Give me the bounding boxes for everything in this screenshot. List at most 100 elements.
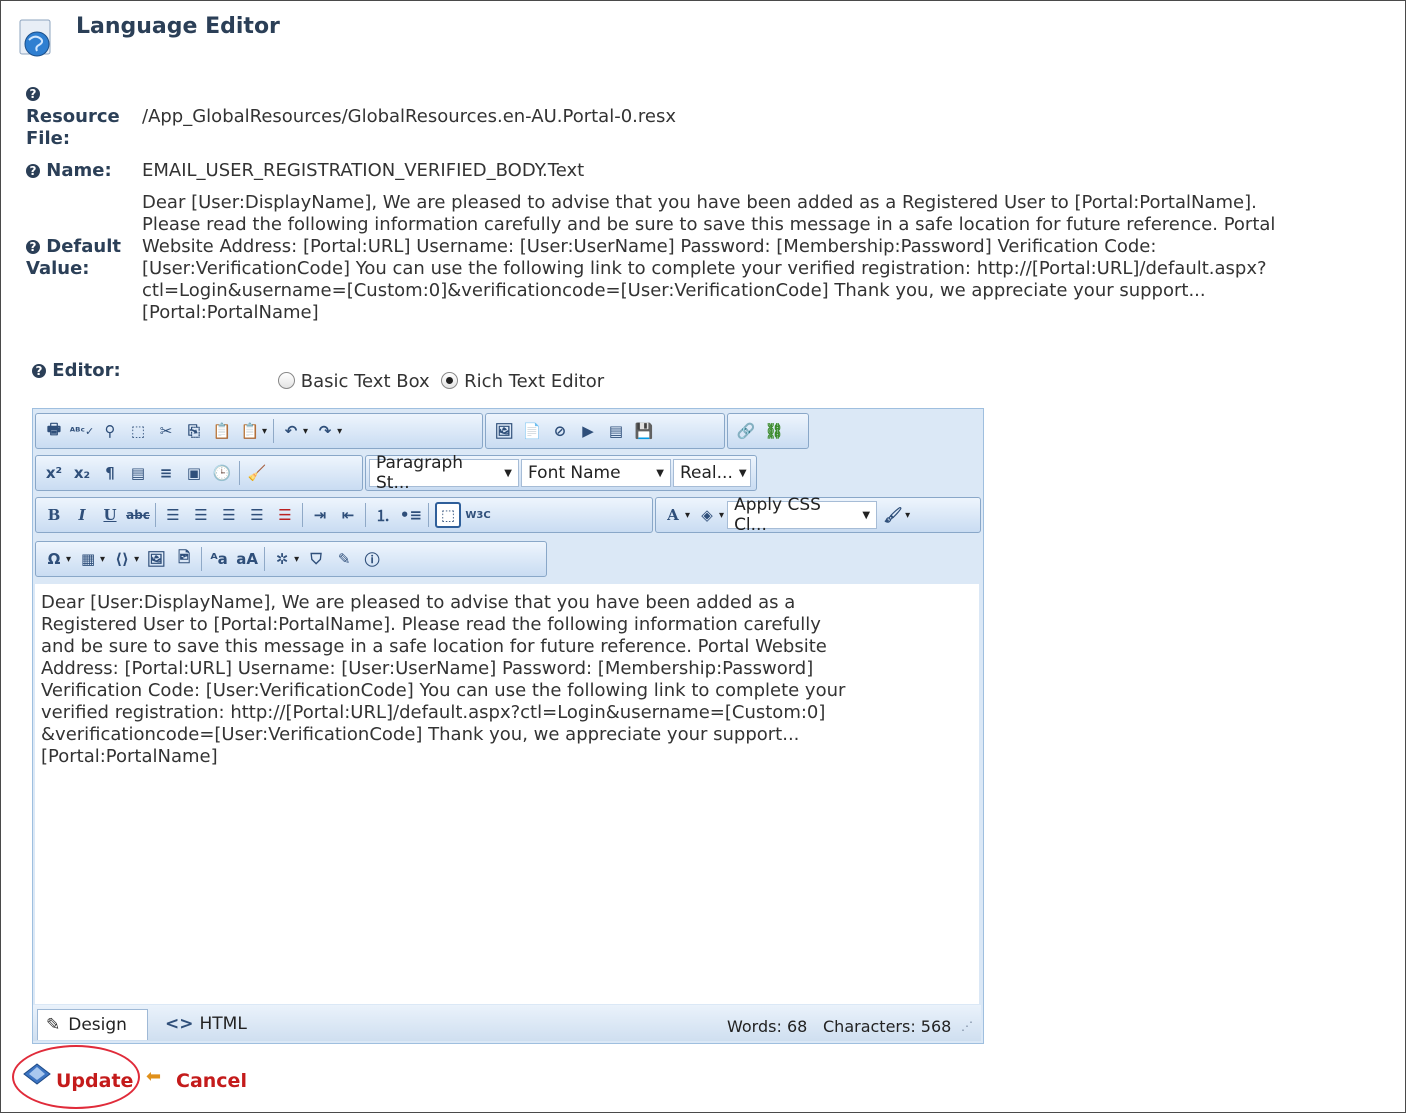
chevron-down-icon[interactable]: ▾ xyxy=(905,510,910,521)
basic-text-box-radio[interactable] xyxy=(278,372,295,389)
insert-date-icon[interactable]: ▣ xyxy=(183,462,205,484)
cut-icon[interactable]: ✂ xyxy=(155,420,177,442)
chevron-down-icon[interactable]: ▾ xyxy=(303,426,308,437)
help-icon[interactable]: ? xyxy=(26,164,40,178)
paragraph-style-dropdown[interactable]: Paragraph St... ▼ xyxy=(369,453,519,493)
paste-options-icon[interactable]: 📋 xyxy=(239,420,261,442)
chevron-down-icon[interactable]: ▾ xyxy=(134,554,139,565)
basic-text-box-label[interactable]: Basic Text Box xyxy=(301,371,430,392)
outdent-icon[interactable]: ⇤ xyxy=(337,504,359,526)
chevron-down-icon: ▼ xyxy=(862,509,871,521)
bold-icon[interactable]: B xyxy=(43,504,65,526)
align-left-icon[interactable]: ☰ xyxy=(162,504,184,526)
convert-uppercase-icon[interactable]: aA xyxy=(236,548,258,570)
chevron-down-icon[interactable]: ▾ xyxy=(294,554,299,565)
justify-icon[interactable]: ☰ xyxy=(246,504,268,526)
format-painter-icon[interactable]: 🖌 xyxy=(882,504,904,526)
save-template-icon[interactable]: 💾 xyxy=(633,420,655,442)
paste-icon[interactable]: 📋 xyxy=(211,420,233,442)
insert-time-icon[interactable]: 🕒 xyxy=(211,462,233,484)
spellcheck-icon[interactable]: ᴬᴮᶜ✓ xyxy=(70,420,94,442)
chevron-down-icon[interactable]: ▾ xyxy=(337,426,342,437)
highlight-circle xyxy=(12,1045,140,1109)
convert-lowercase-icon[interactable]: ᴬa xyxy=(208,548,230,570)
find-replace-icon[interactable]: ⚲ xyxy=(99,420,121,442)
image-map-icon[interactable]: 🖼 xyxy=(145,548,167,570)
separator xyxy=(239,461,240,485)
insert-paragraph-icon[interactable]: ▤ xyxy=(127,462,149,484)
default-value-text: Dear [User:DisplayName], We are pleased … xyxy=(142,192,1276,323)
html-tab[interactable]: <> HTML xyxy=(165,1009,247,1039)
indent-icon[interactable]: ⇥ xyxy=(309,504,331,526)
chevron-down-icon: ▼ xyxy=(656,467,664,479)
toolbar-group-text: B I U abc ☰ ☰ ☰ ☰ ☰ ⇥ ⇤ ⒈ •≡ ⬚ W3C xyxy=(35,497,653,533)
numbered-list-icon[interactable]: ⒈ xyxy=(372,504,394,526)
separator xyxy=(201,547,203,571)
image-properties-icon[interactable]: 🖻 xyxy=(173,548,195,570)
horizontal-rule-icon[interactable]: ≡ xyxy=(155,462,177,484)
toggle-screen-icon[interactable]: ⛉ xyxy=(305,548,327,570)
toggle-table-border-icon[interactable]: ⬚ xyxy=(435,502,461,528)
font-name-dropdown[interactable]: Font Name ▼ xyxy=(521,459,671,487)
font-size-dropdown[interactable]: Real... ▼ xyxy=(673,459,751,487)
resource-file-value: /App_GlobalResources/GlobalResources.en-… xyxy=(142,106,676,127)
help-icon[interactable]: ? xyxy=(26,84,40,103)
format-stripper-icon[interactable]: 🧹 xyxy=(246,462,268,484)
insert-snippet-icon[interactable]: ⟨⟩ xyxy=(111,548,133,570)
help-icon[interactable]: ? xyxy=(32,364,46,378)
rich-text-editor-radio[interactable] xyxy=(441,372,459,389)
chevron-down-icon[interactable]: ▾ xyxy=(100,554,105,565)
separator xyxy=(302,503,303,527)
copy-icon[interactable]: ⎘ xyxy=(183,420,205,442)
toolbar-group-links: 🔗 ⛓ xyxy=(727,413,809,449)
media-manager-icon[interactable]: ▶ xyxy=(577,420,599,442)
redo-icon[interactable]: ↷ xyxy=(314,420,336,442)
underline-icon[interactable]: U xyxy=(99,504,121,526)
remove-alignment-icon[interactable]: ☰ xyxy=(274,504,296,526)
chevron-down-icon: ▼ xyxy=(504,467,512,479)
font-color-icon[interactable]: A xyxy=(662,504,684,526)
about-icon[interactable]: ⓘ xyxy=(361,548,383,570)
chevron-down-icon[interactable]: ▾ xyxy=(685,510,690,521)
xhtml-validator-icon[interactable]: W3C xyxy=(465,504,490,526)
superscript-icon[interactable]: x² xyxy=(43,462,65,484)
rich-text-editor-label[interactable]: Rich Text Editor xyxy=(464,371,604,392)
page-title: Language Editor xyxy=(76,14,280,39)
document-manager-icon[interactable]: 📄 xyxy=(521,420,543,442)
toolbar-group-edit: 🖶 ᴬᴮᶜ✓ ⚲ ⬚ ✂ ⎘ 📋 📋 ▾ ↶ ▾ ↷ ▾ xyxy=(35,413,483,449)
module-manager-icon[interactable]: ✲ xyxy=(271,548,293,570)
css-class-dropdown[interactable]: Apply CSS Cl... ▼ xyxy=(727,495,878,535)
italic-icon[interactable]: I xyxy=(71,504,93,526)
print-icon[interactable]: 🖶 xyxy=(43,420,65,442)
back-arrow-icon[interactable]: ⬅ xyxy=(146,1066,161,1087)
separator xyxy=(264,547,266,571)
help-icon[interactable]: ? xyxy=(26,240,40,254)
paragraph-marks-icon[interactable]: ¶ xyxy=(99,462,121,484)
align-right-icon[interactable]: ☰ xyxy=(218,504,240,526)
chevron-down-icon[interactable]: ▾ xyxy=(262,426,267,437)
image-manager-icon[interactable]: 🖼 xyxy=(493,420,515,442)
special-characters-icon[interactable]: Ω xyxy=(43,548,65,570)
strikethrough-icon[interactable]: abc xyxy=(126,504,150,526)
template-manager-icon[interactable]: ▤ xyxy=(605,420,627,442)
select-all-icon[interactable]: ⬚ xyxy=(127,420,149,442)
editor-content-area[interactable]: Dear [User:DisplayName], We are pleased … xyxy=(35,584,979,1004)
chevron-down-icon[interactable]: ▾ xyxy=(66,554,71,565)
hyperlink-icon[interactable]: 🔗 xyxy=(735,420,757,442)
cancel-button[interactable]: Cancel xyxy=(176,1070,247,1092)
track-changes-icon[interactable]: ✎ xyxy=(333,548,355,570)
bullet-list-icon[interactable]: •≡ xyxy=(400,504,422,526)
insert-table-icon[interactable]: ▦ xyxy=(77,548,99,570)
resize-grip-icon[interactable]: ⋰ xyxy=(961,1019,973,1033)
background-color-icon[interactable]: ◈ xyxy=(696,504,718,526)
separator xyxy=(155,503,156,527)
remove-link-icon[interactable]: ⛓ xyxy=(763,420,785,442)
flash-manager-icon[interactable]: ⊘ xyxy=(549,420,571,442)
chevron-down-icon[interactable]: ▾ xyxy=(719,510,724,521)
subscript-icon[interactable]: x₂ xyxy=(71,462,93,484)
undo-icon[interactable]: ↶ xyxy=(280,420,302,442)
toolbar-group-fonts: Paragraph St... ▼ Font Name ▼ Real... ▼ xyxy=(365,453,757,493)
design-tab[interactable]: ✎ Design xyxy=(37,1009,148,1040)
align-center-icon[interactable]: ☰ xyxy=(190,504,212,526)
editor-mode-radios: Basic Text Box Rich Text Editor xyxy=(278,371,604,393)
